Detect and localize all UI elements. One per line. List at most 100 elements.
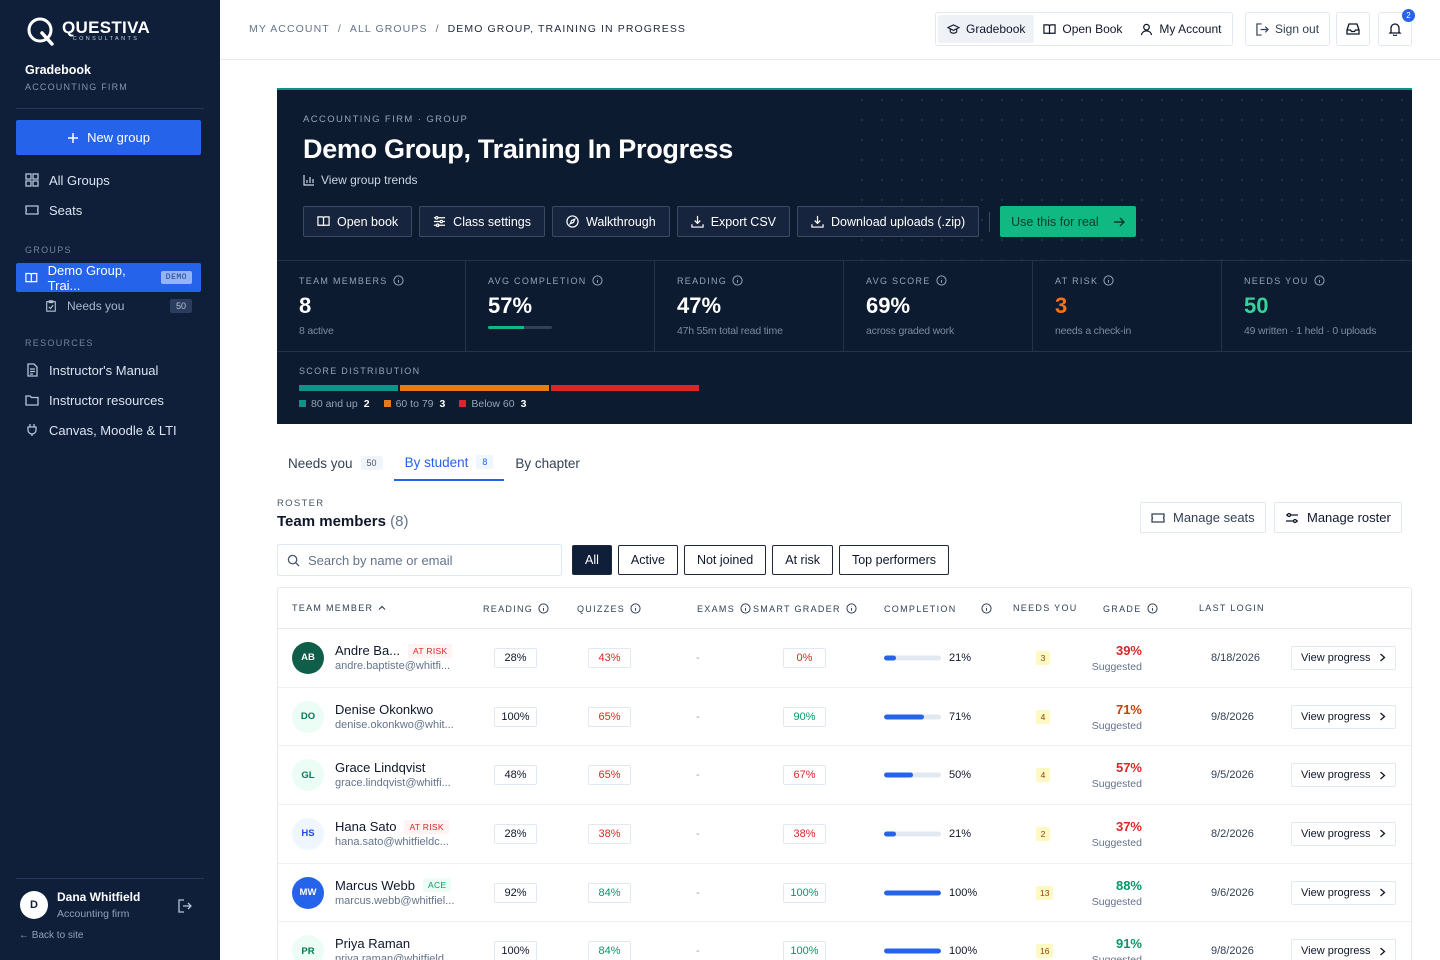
member-name[interactable]: Hana Sato AT RISK <box>335 819 449 834</box>
column-header[interactable]: SMART GRADER <box>753 603 857 614</box>
completion-bar-fill <box>884 655 896 661</box>
tab-needs-you[interactable]: Needs you 50 <box>277 445 394 481</box>
stat-card: NEEDS YOU 50 49 written · 1 held · 0 uplo… <box>1222 261 1411 351</box>
brand-sub: CONSULTANTS <box>72 36 140 42</box>
info-icon <box>1313 275 1325 286</box>
table-row: AB Andre Ba... AT RISK andre.baptiste@whi… <box>278 629 1411 688</box>
info-icon <box>1103 275 1114 286</box>
ticket-icon <box>1151 512 1165 523</box>
export-csv-label: Export CSV <box>710 214 777 229</box>
avatar: MW <box>292 876 324 909</box>
sidebar-item-demo-group[interactable]: Demo Group, Trai... DEMO <box>16 263 201 293</box>
member-name[interactable]: Marcus Webb ACE <box>335 878 452 893</box>
completion-text: 100% <box>949 945 978 958</box>
sidebar-item-instructor-resources[interactable]: Instructor resources <box>16 386 201 414</box>
tab-by-chapter[interactable]: By chapter <box>504 445 591 481</box>
view-progress-button[interactable]: View progress <box>1291 763 1396 788</box>
column-header[interactable]: QUIZZES <box>577 603 641 614</box>
sidebar-item-needs-you[interactable]: Needs you 50 <box>16 292 201 320</box>
member-email: andre.baptiste@whitfi... <box>335 660 451 672</box>
member-name[interactable]: Denise Okonkwo <box>335 702 433 717</box>
table-header: TEAM MEMBER READING QUIZZES EXAMS SMART GRAD… <box>278 588 1411 629</box>
chevron-right-icon <box>1379 947 1385 956</box>
view-group-trends-link[interactable]: View group trends <box>303 173 418 187</box>
new-group-button[interactable]: New group <box>16 120 201 155</box>
column-header[interactable]: NEEDS YOU <box>1013 603 1078 613</box>
plus-icon <box>68 132 79 143</box>
view-progress-button[interactable]: View progress <box>1291 704 1396 729</box>
sign-out-button[interactable]: Sign out <box>1245 12 1331 46</box>
sliders-icon <box>434 215 446 228</box>
sidebar-item-lti[interactable]: Canvas, Moodle & LTI <box>16 416 201 444</box>
column-header[interactable]: COMPLETION <box>884 603 992 614</box>
view-progress-button[interactable]: View progress <box>1291 645 1396 670</box>
column-header[interactable]: GRADE <box>1103 603 1158 614</box>
last-login: 9/6/2026 <box>1211 886 1254 899</box>
completion-bar-fill <box>884 831 896 837</box>
filter-active[interactable]: Active <box>617 545 678 575</box>
column-header[interactable]: EXAMS <box>697 603 751 614</box>
walkthrough-button[interactable]: Walkthrough <box>551 206 670 237</box>
info-icon <box>935 275 947 286</box>
action-divider <box>989 211 991 232</box>
info-icon <box>846 603 857 614</box>
back-to-site-link[interactable]: ← Back to site <box>19 930 83 941</box>
chevron-right-icon <box>1379 888 1385 897</box>
breadcrumb-my-account[interactable]: MY ACCOUNT <box>249 23 330 35</box>
column-header[interactable]: READING <box>483 603 549 614</box>
sliders-icon <box>1286 512 1298 523</box>
stat-label: AVG COMPLETION <box>488 275 654 286</box>
info-icon <box>740 603 751 614</box>
view-progress-button[interactable]: View progress <box>1291 939 1396 960</box>
page-title: Demo Group, Training In Progress <box>303 134 733 164</box>
search-input[interactable] <box>308 552 548 568</box>
stat-label: READING <box>677 275 843 286</box>
sidebar-item-seats[interactable]: Seats <box>16 196 201 224</box>
tab-by-student[interactable]: By student 8 <box>393 445 505 481</box>
inbox-button[interactable] <box>1336 12 1370 46</box>
filter-at-risk[interactable]: At risk <box>772 545 833 575</box>
sidebar-item-label: Instructor's Manual <box>49 362 159 378</box>
info-icon <box>538 603 549 614</box>
gradebook-button[interactable]: Gradebook <box>938 15 1035 43</box>
member-email: hana.sato@whitfieldc... <box>335 836 449 849</box>
open-book-action-label: Open book <box>337 214 399 229</box>
logout-icon[interactable] <box>178 899 192 913</box>
table-row: HS Hana Sato AT RISK hana.sato@whitfieldc… <box>278 805 1411 864</box>
filter-top-performers[interactable]: Top performers <box>838 545 950 575</box>
sidebar-item-instructors-manual[interactable]: Instructor's Manual <box>16 356 201 384</box>
last-login: 8/18/2026 <box>1211 651 1260 664</box>
member-name[interactable]: Priya Raman <box>335 936 410 951</box>
breadcrumb-all-groups[interactable]: ALL GROUPS <box>350 23 428 35</box>
grade-suggested: Suggested <box>1091 719 1142 732</box>
download-uploads-button[interactable]: Download uploads (.zip) <box>797 206 980 237</box>
smart-grader-score: 90% <box>783 706 826 727</box>
manage-seats-button[interactable]: Manage seats <box>1140 502 1266 533</box>
view-progress-button[interactable]: View progress <box>1291 821 1396 846</box>
open-book-button[interactable]: Open Book <box>1034 15 1131 43</box>
my-account-button[interactable]: My Account <box>1131 15 1230 43</box>
filter-all[interactable]: All <box>572 545 612 575</box>
view-progress-button[interactable]: View progress <box>1291 880 1396 905</box>
class-settings-label: Class settings <box>453 214 531 229</box>
open-book-label: Open Book <box>1062 22 1123 36</box>
member-name[interactable]: Andre Ba... AT RISK <box>335 643 453 658</box>
column-header[interactable]: TEAM MEMBER <box>292 603 386 613</box>
use-this-for-real-button[interactable]: Use this for real <box>1000 206 1136 237</box>
open-book-action-button[interactable]: Open book <box>303 206 413 237</box>
export-csv-button[interactable]: Export CSV <box>676 206 791 237</box>
brand-logo[interactable]: QUESTIVA CONSULTANTS <box>26 16 150 46</box>
filter-not-joined[interactable]: Not joined <box>683 545 767 575</box>
notifications-button[interactable]: 2 <box>1378 9 1415 46</box>
roster-count: (8) <box>390 513 409 530</box>
member-name[interactable]: Grace Lindqvist <box>335 760 425 775</box>
class-settings-button[interactable]: Class settings <box>419 206 545 237</box>
download-icon <box>811 215 824 228</box>
manage-roster-button[interactable]: Manage roster <box>1274 502 1402 533</box>
stat-value: 57% <box>488 293 533 318</box>
column-header[interactable]: LAST LOGIN <box>1199 603 1265 613</box>
legend-item: 60 to 79 3 <box>383 398 445 410</box>
sidebar-item-all-groups[interactable]: All Groups <box>16 166 201 194</box>
reading-score: 28% <box>494 647 537 668</box>
book-icon <box>317 216 330 227</box>
